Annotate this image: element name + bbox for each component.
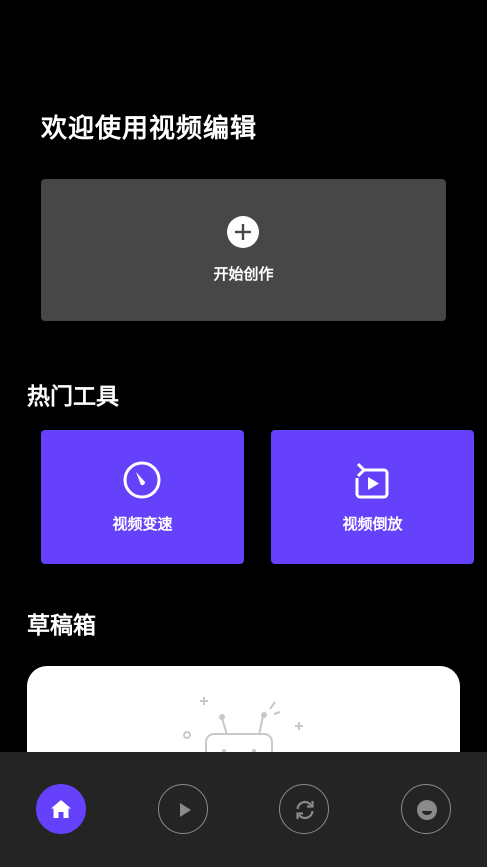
refresh-icon bbox=[296, 800, 314, 820]
plus-circle-icon bbox=[227, 216, 259, 248]
drafts-title: 草稿箱 bbox=[27, 613, 96, 639]
bottom-navigation bbox=[0, 752, 487, 867]
nav-refresh-button[interactable] bbox=[279, 784, 329, 834]
start-creating-button[interactable]: 开始创作 bbox=[41, 179, 446, 321]
nav-profile-button[interactable] bbox=[401, 784, 451, 834]
nav-home-button[interactable] bbox=[36, 784, 86, 834]
video-reverse-tool[interactable]: 视频倒放 bbox=[271, 430, 474, 564]
smiley-icon bbox=[417, 800, 437, 820]
play-icon bbox=[180, 803, 191, 817]
start-creating-label: 开始创作 bbox=[213, 265, 274, 283]
video-speed-tool[interactable]: 视频变速 bbox=[41, 430, 244, 564]
video-reverse-label: 视频倒放 bbox=[342, 515, 403, 533]
reverse-play-icon bbox=[355, 462, 389, 499]
home-icon bbox=[51, 800, 71, 818]
hot-tools-title: 热门工具 bbox=[27, 384, 119, 410]
speedometer-icon bbox=[123, 461, 161, 499]
nav-play-button[interactable] bbox=[158, 784, 208, 834]
video-speed-label: 视频变速 bbox=[112, 515, 173, 533]
welcome-title: 欢迎使用视频编辑 bbox=[41, 114, 258, 144]
